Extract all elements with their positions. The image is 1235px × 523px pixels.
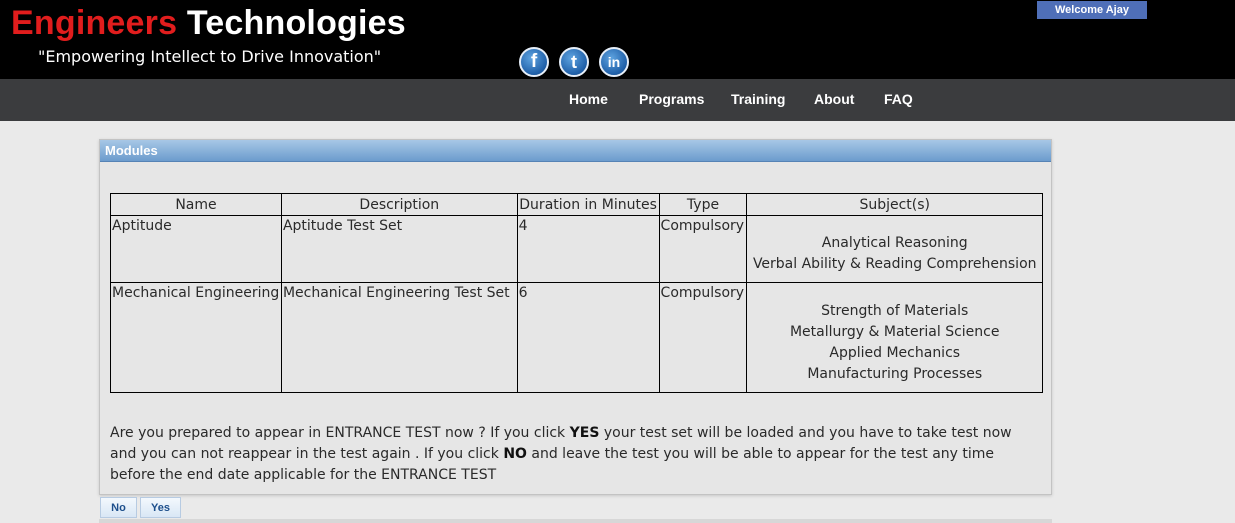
subject-item: Verbal Ability & Reading Comprehension <box>752 256 1037 272</box>
module-type: Compulsory <box>658 282 748 393</box>
nav-item-home[interactable]: Home <box>569 91 608 107</box>
prompt-yes-keyword: YES <box>569 425 600 441</box>
site-logo[interactable]: Engineers Technologies <box>11 4 406 43</box>
prompt-no-keyword: NO <box>503 446 527 462</box>
welcome-user-badge[interactable]: Welcome Ajay <box>1037 1 1147 19</box>
linkedin-icon[interactable]: in <box>599 47 629 77</box>
main-nav: Home Programs Training About FAQ <box>0 79 1235 121</box>
brand-name-part2: Technologies <box>186 4 406 42</box>
no-button[interactable]: No <box>100 497 137 518</box>
nav-item-about[interactable]: About <box>814 91 854 107</box>
subject-item: Applied Mechanics <box>829 344 961 361</box>
column-header-description: Description <box>280 193 518 216</box>
panel-footer-strip <box>99 519 1052 523</box>
table-header-row: Name Description Duration in Minutes Typ… <box>110 193 1043 216</box>
panel-title: Modules <box>100 140 1051 162</box>
column-header-subjects: Subject(s) <box>746 193 1043 216</box>
module-description: Aptitude Test Set <box>280 215 518 283</box>
twitter-icon[interactable]: t <box>559 47 589 77</box>
module-subjects: Analytical Reasoning Verbal Ability & Re… <box>746 215 1043 283</box>
subject-item: Analytical Reasoning <box>821 235 968 251</box>
module-name: Mechanical Engineering <box>110 282 282 393</box>
module-name: Aptitude <box>110 215 282 283</box>
subject-item: Strength of Materials <box>821 302 969 319</box>
column-header-type: Type <box>658 193 748 216</box>
module-subjects: Strength of Materials Metallurgy & Mater… <box>746 282 1043 393</box>
module-duration: 6 <box>516 282 660 393</box>
prompt-text: Are you prepared to appear in ENTRANCE T… <box>110 425 570 441</box>
nav-item-programs[interactable]: Programs <box>639 91 704 107</box>
nav-item-faq[interactable]: FAQ <box>884 91 913 107</box>
nav-item-training[interactable]: Training <box>731 91 785 107</box>
modules-table: Name Description Duration in Minutes Typ… <box>110 193 1043 393</box>
facebook-icon[interactable]: f <box>519 47 549 77</box>
yes-button[interactable]: Yes <box>140 497 181 518</box>
module-description: Mechanical Engineering Test Set <box>280 282 518 393</box>
subject-item: Metallurgy & Material Science <box>789 323 1000 340</box>
module-type: Compulsory <box>658 215 748 283</box>
column-header-name: Name <box>110 193 282 216</box>
site-header: Engineers Technologies "Empowering Intel… <box>0 0 1235 79</box>
column-header-duration: Duration in Minutes <box>516 193 660 216</box>
subject-item: Manufacturing Processes <box>807 365 983 382</box>
module-duration: 4 <box>516 215 660 283</box>
entrance-test-prompt: Are you prepared to appear in ENTRANCE T… <box>110 423 1040 486</box>
table-row: Mechanical Engineering Mechanical Engine… <box>110 282 1043 393</box>
brand-name-part1: Engineers <box>11 4 178 42</box>
table-row: Aptitude Aptitude Test Set 4 Compulsory … <box>110 215 1043 283</box>
site-tagline: "Empowering Intellect to Drive Innovatio… <box>38 47 382 66</box>
modules-panel: Modules Name Description Duration in Min… <box>99 139 1052 495</box>
